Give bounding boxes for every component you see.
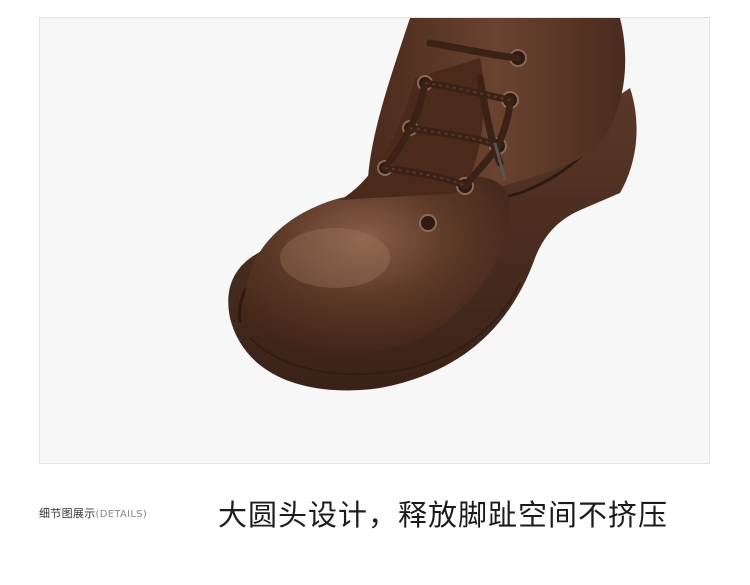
feature-headline: 大圆头设计，释放脚趾空间不挤压 (218, 498, 669, 532)
section-label: 细节图展示(DETAILS) (39, 505, 147, 521)
product-photo (39, 17, 710, 464)
section-label-cn: 细节图展示 (39, 507, 96, 520)
boot-illustration (228, 18, 637, 391)
section-label-en: (DETAILS) (95, 509, 148, 520)
